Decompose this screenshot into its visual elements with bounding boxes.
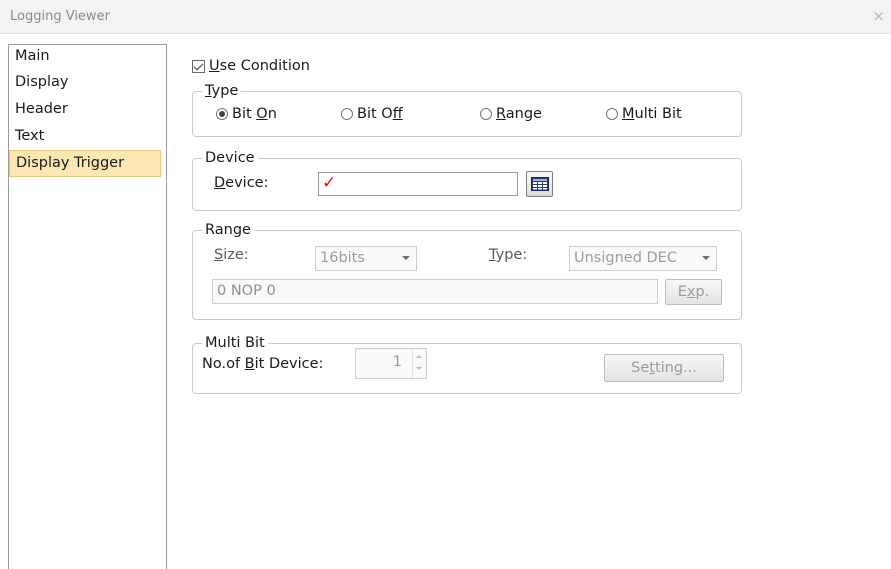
nav-item-text[interactable]: Text (9, 123, 166, 150)
radio-range-label: Range (496, 106, 542, 122)
stepper-arrows[interactable] (412, 349, 426, 378)
size-label: Size: (214, 247, 249, 263)
range-type-dropdown-value: Unsigned DEC (574, 250, 677, 266)
stepper-down-icon[interactable] (416, 367, 422, 370)
radio-bit-off[interactable]: Bit Off (341, 106, 403, 122)
size-dropdown-value: 16bits (320, 250, 365, 266)
radio-bit-on-label: Bit On (232, 106, 277, 122)
bit-device-count-value: 1 (392, 354, 402, 370)
device-browse-button[interactable] (526, 171, 553, 197)
range-group-legend: Range (202, 221, 254, 239)
setting-button[interactable]: Setting... (604, 354, 724, 382)
device-label: Device: (214, 175, 269, 191)
radio-bit-on[interactable]: Bit On (216, 106, 277, 122)
radio-unselected-icon[interactable] (341, 108, 353, 120)
nav-item-header[interactable]: Header (9, 96, 166, 123)
nav-item-display[interactable]: Display (9, 69, 166, 96)
chevron-down-icon (402, 256, 410, 260)
radio-unselected-icon[interactable] (606, 108, 618, 120)
use-condition-label: Use Condition (209, 58, 310, 74)
device-list-icon (531, 177, 549, 191)
radio-range[interactable]: Range (480, 106, 542, 122)
window-title: Logging Viewer (10, 9, 110, 24)
type-group-legend: Type (202, 82, 242, 100)
nav-item-display-trigger[interactable]: Display Trigger (9, 150, 161, 177)
range-type-dropdown[interactable]: Unsigned DEC (569, 246, 717, 271)
range-type-label: Type: (489, 247, 528, 263)
exp-button[interactable]: Exp. (665, 279, 722, 305)
radio-multi-bit-label: Multi Bit (622, 106, 682, 122)
range-group: Range (192, 221, 742, 320)
radio-unselected-icon[interactable] (480, 108, 492, 120)
stepper-up-icon[interactable] (416, 355, 422, 358)
use-condition-checkbox[interactable]: Use Condition (192, 55, 310, 77)
close-icon[interactable]: × (872, 7, 885, 25)
multi-bit-group-legend: Multi Bit (202, 334, 268, 352)
device-required-mark: ✓ (322, 173, 337, 193)
device-input[interactable]: ✓ (318, 172, 518, 196)
chevron-down-icon (702, 256, 710, 260)
title-bar: Logging Viewer × (0, 0, 891, 34)
radio-selected-icon[interactable] (216, 108, 228, 120)
radio-multi-bit[interactable]: Multi Bit (606, 106, 682, 122)
range-formula-field[interactable]: 0 NOP 0 (212, 279, 658, 304)
bit-device-count-label: No.of Bit Device: (202, 356, 324, 372)
size-dropdown[interactable]: 16bits (315, 246, 417, 271)
settings-nav-list: Main Display Header Text Display Trigger (8, 44, 167, 569)
checkbox-checked-icon[interactable] (192, 59, 205, 73)
device-group-legend: Device (202, 149, 258, 167)
nav-item-main[interactable]: Main (9, 45, 166, 69)
radio-bit-off-label: Bit Off (357, 106, 403, 122)
bit-device-count-stepper[interactable]: 1 (355, 348, 427, 379)
